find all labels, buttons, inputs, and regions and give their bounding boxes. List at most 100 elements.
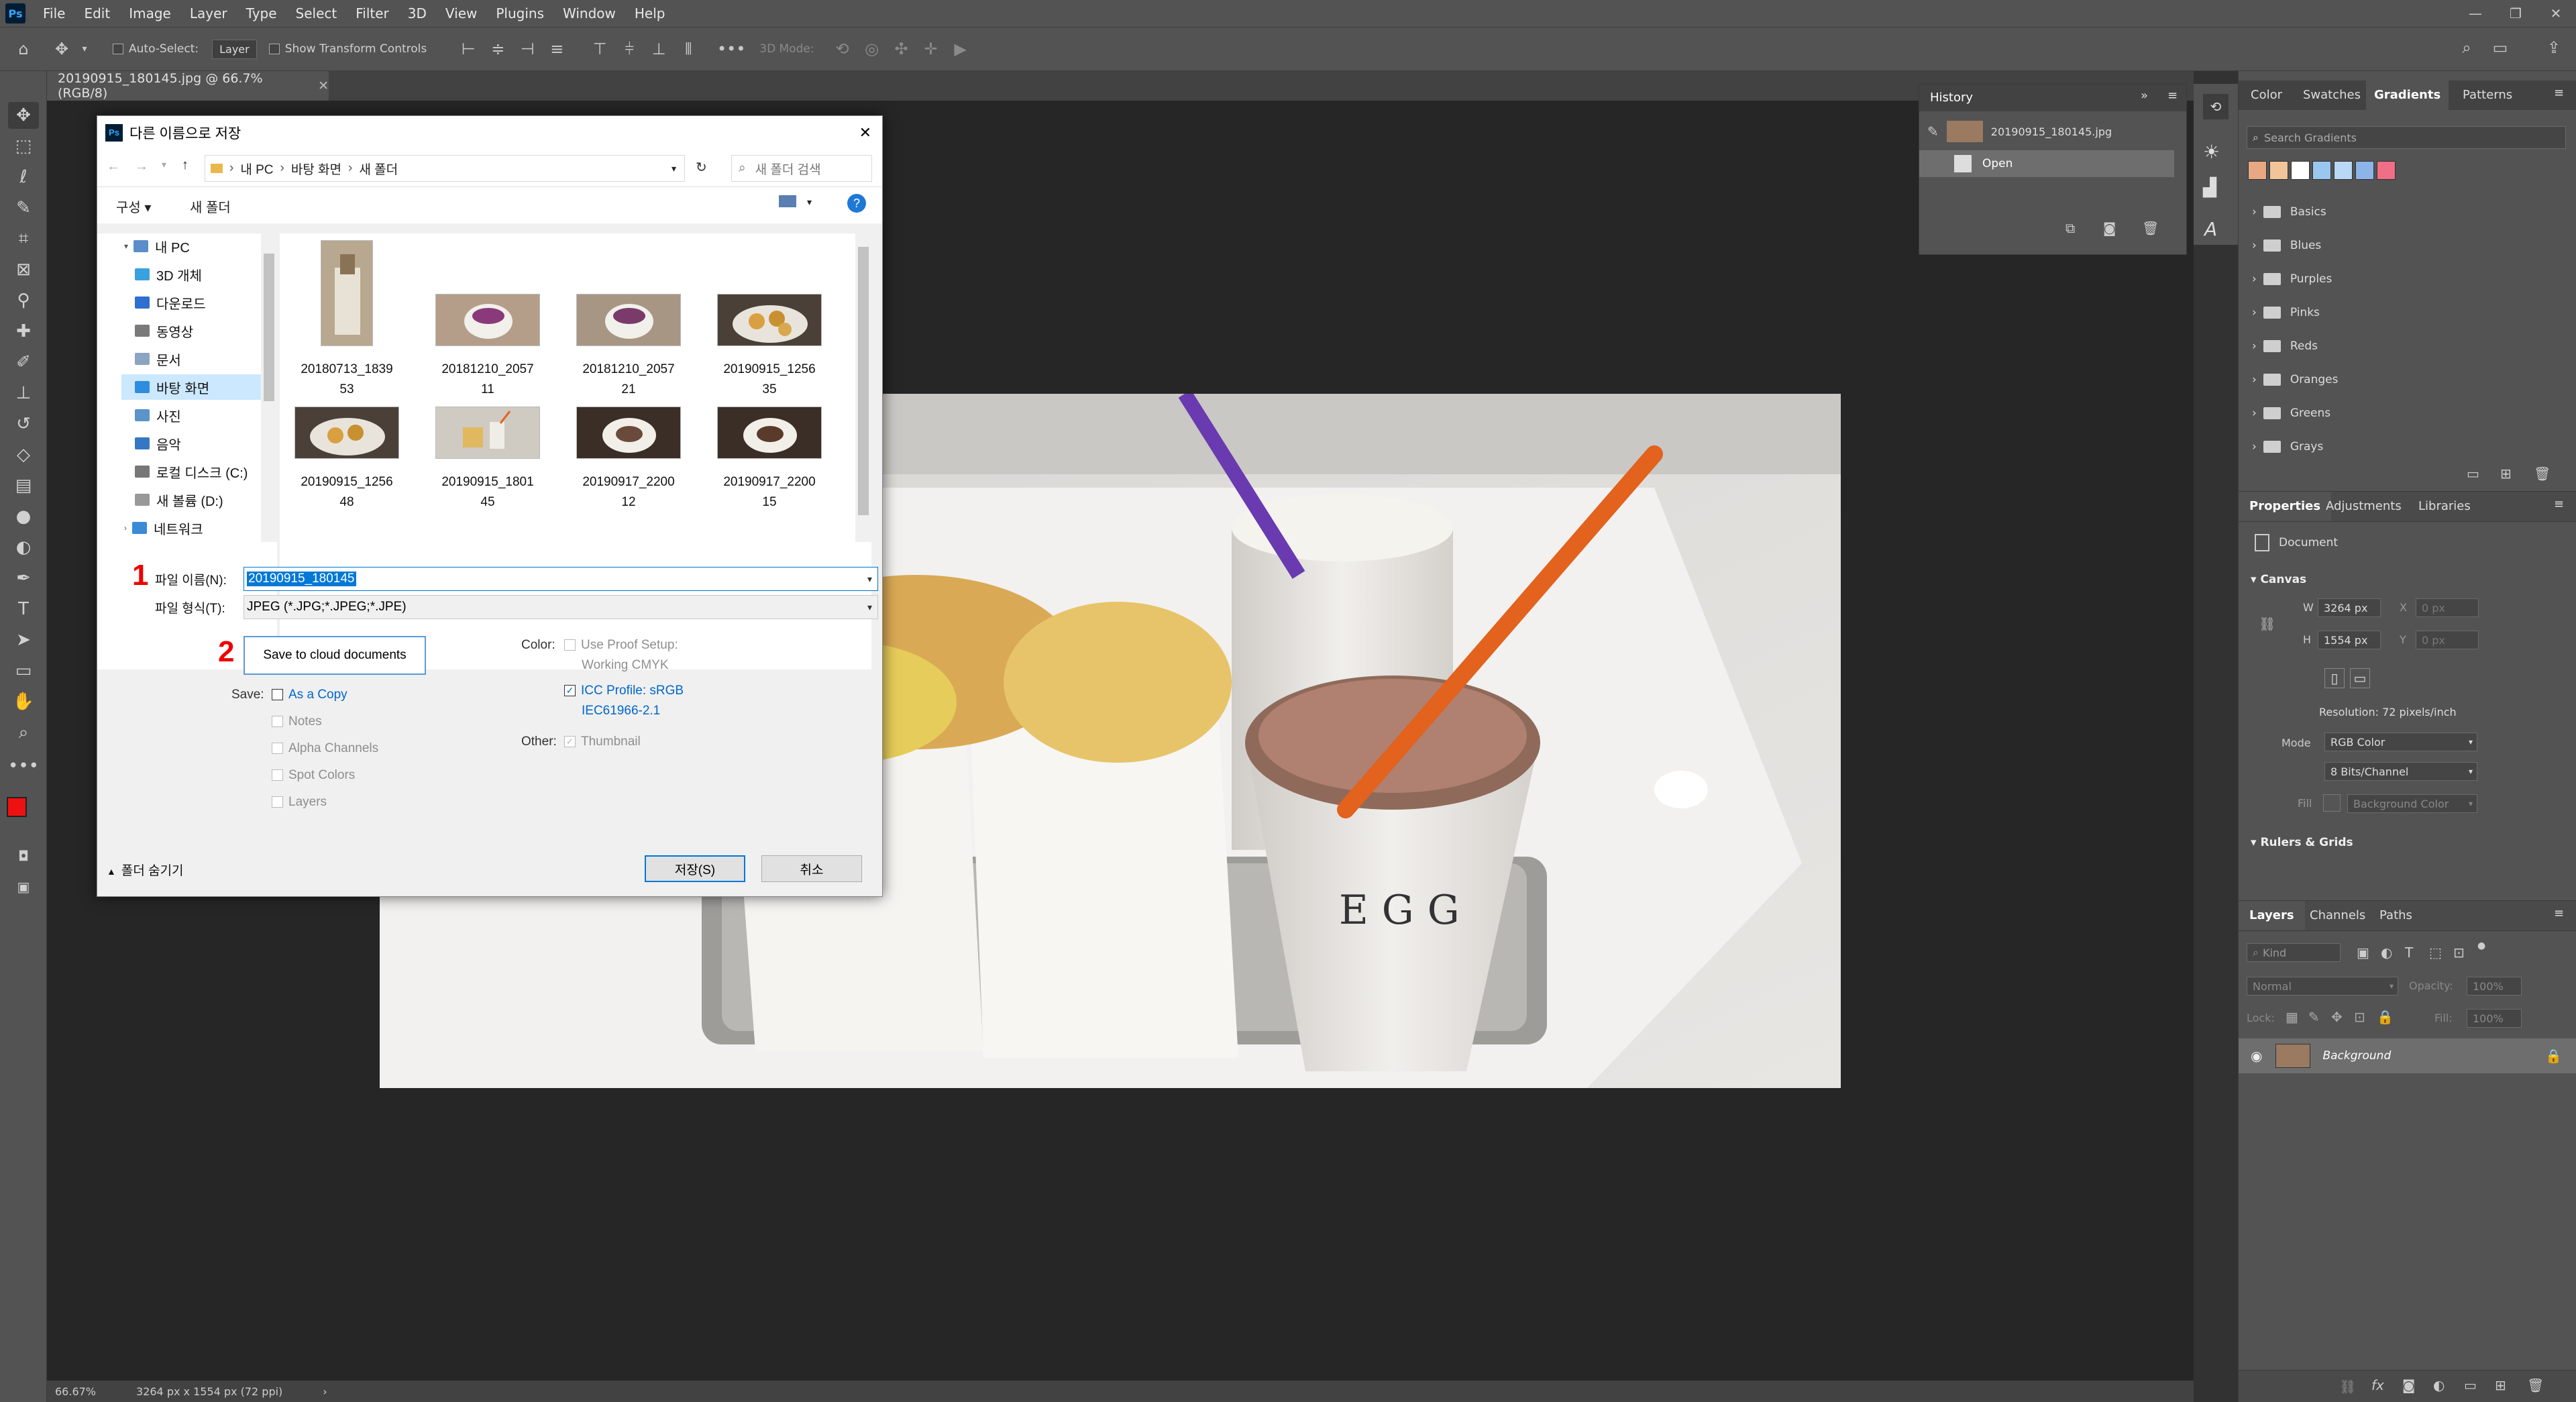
camera-icon[interactable]: ◙ xyxy=(2103,220,2116,236)
eyedropper-tool-icon[interactable]: ⚲ xyxy=(8,287,39,314)
align-right-icon[interactable]: ⊣ xyxy=(513,40,542,58)
trash-icon[interactable]: 🗑 xyxy=(2534,466,2551,482)
nav-item-videos[interactable]: 동영상 xyxy=(135,318,193,343)
file-item[interactable]: 20190915_1256 35 xyxy=(702,240,837,400)
portrait-orientation-icon[interactable]: ▯ xyxy=(2324,668,2345,688)
nav-item-my-pc[interactable]: ▾ 내 PC xyxy=(124,233,190,259)
marquee-tool-icon[interactable]: ⬚ xyxy=(8,133,39,160)
back-icon[interactable]: ← xyxy=(107,159,120,174)
blur-tool-icon[interactable]: ● xyxy=(8,503,39,530)
rulers-grids-section[interactable]: ▾ Rulers & Grids xyxy=(2251,836,2353,849)
breadcrumb-item[interactable]: 바탕 화면 xyxy=(291,160,341,178)
dialog-close-icon[interactable]: ✕ xyxy=(859,124,871,142)
lock-all-icon[interactable]: 🔒 xyxy=(2377,1009,2394,1025)
trash-icon[interactable]: 🗑 xyxy=(2527,1377,2544,1393)
zoom-level[interactable]: 66.67% xyxy=(55,1385,96,1398)
gradient-tool-icon[interactable]: ▤ xyxy=(8,472,39,499)
tab-libraries[interactable]: Libraries xyxy=(2418,499,2471,513)
lock-artboard-icon[interactable]: ⊡ xyxy=(2354,1009,2365,1025)
up-icon[interactable]: ↑ xyxy=(182,158,189,173)
nav-scrollbar-thumb[interactable] xyxy=(264,254,274,401)
nav-item-downloads[interactable]: 다운로드 xyxy=(135,290,206,315)
save-button[interactable]: 저장(S) xyxy=(645,855,745,882)
bit-depth-select[interactable]: 8 Bits/Channel ▾ xyxy=(2324,762,2477,781)
workspace-icon[interactable]: ▭ xyxy=(2485,38,2515,57)
new-group-icon[interactable]: ▭ xyxy=(2464,1377,2477,1393)
align-top-icon[interactable]: ⊤ xyxy=(585,40,614,58)
filetype-select[interactable]: JPEG (*.JPG;*.JPEG;*.JPE) ▾ xyxy=(244,595,878,619)
eye-icon[interactable]: ◉ xyxy=(2251,1048,2262,1064)
new-document-from-state-icon[interactable]: ⧉ xyxy=(2065,220,2075,236)
gradient-folder[interactable]: › Grays xyxy=(2252,433,2323,460)
new-gradient-icon[interactable]: ⊞ xyxy=(2500,466,2512,482)
mode-select[interactable]: RGB Color ▾ xyxy=(2324,733,2477,751)
filename-input[interactable]: 20190915_180145 ▾ xyxy=(244,567,878,591)
nav-scrollbar[interactable] xyxy=(261,233,277,542)
hand-tool-icon[interactable]: ✋ xyxy=(8,688,39,715)
file-list-scrollbar[interactable] xyxy=(855,233,871,542)
filter-shape-icon[interactable]: ⬚ xyxy=(2429,945,2442,961)
address-dropdown-icon[interactable]: ▾ xyxy=(672,163,676,174)
gradient-folder[interactable]: › Purples xyxy=(2252,266,2332,292)
forward-icon[interactable]: → xyxy=(135,159,148,174)
chevron-right-icon[interactable]: › xyxy=(323,1385,327,1398)
nav-item-desktop[interactable]: 바탕 화면 xyxy=(121,374,276,400)
filter-type-icon[interactable]: T xyxy=(2405,945,2413,961)
lasso-tool-icon[interactable]: ℓ xyxy=(8,164,39,191)
eraser-tool-icon[interactable]: ◇ xyxy=(8,441,39,468)
close-icon[interactable]: ✕ xyxy=(2536,0,2576,27)
icc-checkbox[interactable]: ✓ xyxy=(564,685,576,697)
tab-paths[interactable]: Paths xyxy=(2379,908,2412,922)
icc-profile-option[interactable]: ✓ ICC Profile: sRGB xyxy=(564,684,684,698)
nav-item-pictures[interactable]: 사진 xyxy=(135,402,181,428)
search-icon[interactable]: ⌕ xyxy=(2452,38,2481,57)
minimize-icon[interactable]: — xyxy=(2455,0,2496,27)
filetype-dropdown-icon[interactable]: ▾ xyxy=(867,602,872,613)
nav-item-3d-objects[interactable]: 3D 개체 xyxy=(135,262,202,287)
distribute-icon[interactable]: ≡ xyxy=(542,40,572,58)
menu-help[interactable]: Help xyxy=(625,0,675,27)
as-a-copy-checkbox[interactable] xyxy=(272,689,283,701)
cancel-button[interactable]: 취소 xyxy=(761,855,862,882)
lock-position-icon[interactable]: ✥ xyxy=(2331,1009,2343,1025)
menu-file[interactable]: File xyxy=(34,0,74,27)
nav-item-music[interactable]: 음악 xyxy=(135,431,181,456)
distribute-vertical-icon[interactable]: ⦀ xyxy=(674,40,703,58)
type-tool-icon[interactable]: T xyxy=(8,596,39,623)
layer-name[interactable]: Background xyxy=(2322,1049,2391,1063)
breadcrumb[interactable]: › 내 PC › 바탕 화면 › 새 폴더 ▾ xyxy=(205,155,685,182)
breadcrumb-item[interactable]: 내 PC xyxy=(240,160,273,178)
layer-filter-kind[interactable]: ⌕ Kind xyxy=(2247,943,2341,962)
home-icon[interactable]: ⌂ xyxy=(0,40,47,58)
tab-gradients[interactable]: Gradients xyxy=(2366,80,2449,110)
show-transform-checkbox[interactable] xyxy=(268,44,280,54)
help-icon[interactable]: ? xyxy=(847,194,866,213)
gradient-swatch[interactable] xyxy=(2248,161,2267,180)
menu-plugins[interactable]: Plugins xyxy=(486,0,553,27)
fx-icon[interactable]: fx xyxy=(2371,1377,2384,1393)
tab-layers[interactable]: Layers xyxy=(2239,901,2305,930)
organize-button[interactable]: 구성 ▾ xyxy=(116,197,151,216)
document-tab[interactable]: 20190915_180145.jpg @ 66.7% (RGB/8) ✕ xyxy=(47,71,329,101)
history-state[interactable]: Open xyxy=(1919,150,2174,177)
file-item[interactable]: 20190915_1256 48 xyxy=(280,401,414,513)
gradient-swatch[interactable] xyxy=(2312,161,2331,180)
foreground-color-swatch[interactable] xyxy=(7,797,27,817)
menu-select[interactable]: Select xyxy=(286,0,347,27)
width-input[interactable]: 3264 px xyxy=(2318,598,2381,617)
tab-adjustments[interactable]: Adjustments xyxy=(2326,499,2402,513)
refresh-icon[interactable]: ↻ xyxy=(696,159,707,176)
menu-3d[interactable]: 3D xyxy=(398,0,436,27)
quick-mask-icon[interactable]: ◘ xyxy=(8,843,39,869)
lock-transparency-icon[interactable]: ▦ xyxy=(2286,1009,2298,1025)
hide-folders-toggle[interactable]: ▲ 폴더 숨기기 xyxy=(107,861,184,879)
gradient-swatch[interactable] xyxy=(2291,161,2310,180)
as-a-copy-option[interactable]: As a Copy xyxy=(272,688,347,702)
collapse-icon[interactable]: » xyxy=(2141,89,2148,103)
menu-image[interactable]: Image xyxy=(119,0,180,27)
menu-layer[interactable]: Layer xyxy=(180,0,237,27)
tab-swatches[interactable]: Swatches xyxy=(2303,88,2361,102)
new-layer-icon[interactable]: ⊞ xyxy=(2495,1377,2506,1393)
brush-tool-icon[interactable]: ✐ xyxy=(8,349,39,376)
healing-brush-tool-icon[interactable]: ✚ xyxy=(8,318,39,345)
